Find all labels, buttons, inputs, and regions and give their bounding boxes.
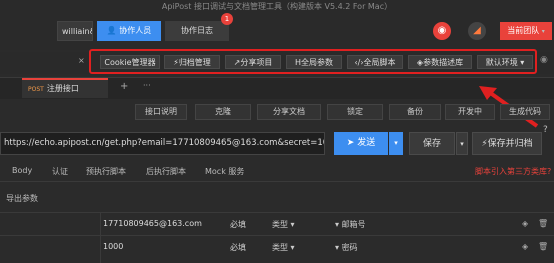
divider	[0, 181, 554, 182]
param-required[interactable]: 必填	[230, 219, 246, 230]
share-doc-label: 分享文档	[273, 107, 305, 116]
generate-code-label: 生成代码	[509, 107, 541, 116]
api-desc-button[interactable]: 接口说明	[135, 104, 187, 120]
clone-button[interactable]: 克隆	[195, 104, 251, 120]
more-tabs-icon[interactable]: ···	[143, 81, 151, 90]
window-title: ApiPost 接口调试与文档管理工具（构建版本 V5.4.2 For Mac）	[161, 2, 393, 11]
record-icon[interactable]: ◉	[433, 22, 451, 40]
param-type-label: 类型	[272, 243, 288, 252]
fire-icon[interactable]: ◢	[468, 22, 486, 40]
collab-log-button[interactable]: 协作日志	[165, 21, 229, 41]
param-desc[interactable]: ▾ 邮箱号	[335, 219, 366, 230]
send-icon: ➤	[346, 138, 355, 148]
param-type-label: 类型	[272, 220, 288, 229]
url-input[interactable]: https://echo.apipost.cn/get.php?email=17…	[0, 132, 325, 155]
eye-icon[interactable]: ◉	[540, 55, 548, 65]
param-desc-label: 密码	[341, 243, 358, 252]
save-archive-label: 保存并归档	[487, 139, 533, 149]
collaborators-icon: 👤	[106, 26, 117, 35]
backup-label: 备份	[407, 107, 423, 116]
add-tab-icon[interactable]: +	[120, 81, 128, 92]
param-type[interactable]: 类型 ▾	[272, 219, 295, 230]
backup-button[interactable]: 备份	[389, 104, 441, 120]
help-icon[interactable]: ?	[543, 125, 548, 135]
save-dropdown[interactable]: ▾	[456, 132, 468, 155]
param-value[interactable]: 17710809465@163.com	[103, 219, 202, 228]
column-divider	[100, 212, 101, 263]
send-label: 发送	[357, 138, 376, 148]
param-desc[interactable]: ▾ 密码	[335, 242, 358, 253]
user-name: williain&tia...	[62, 27, 92, 36]
log-badge: 1	[221, 13, 233, 25]
save-archive-button[interactable]: ⚡保存并归档	[472, 132, 542, 155]
send-dropdown[interactable]: ▾	[389, 132, 403, 155]
clone-label: 克隆	[215, 107, 231, 116]
collaborators-label: 协作人员	[119, 26, 152, 35]
chevron-down-icon: ▾	[541, 28, 545, 35]
param-value[interactable]: 1000	[103, 242, 123, 251]
current-team-label: 当前团队	[507, 26, 540, 35]
collaborators-button[interactable]: 👤 协作人员	[97, 21, 161, 41]
param-desc-label: 邮箱号	[341, 220, 366, 229]
subtab-post-script[interactable]: 后执行脚本	[146, 166, 186, 177]
subtab-mock[interactable]: Mock 服务	[205, 166, 244, 177]
api-desc-label: 接口说明	[145, 107, 177, 116]
share-doc-button[interactable]: 分享文档	[257, 104, 321, 120]
param-type[interactable]: 类型 ▾	[272, 242, 295, 253]
cube-icon[interactable]: ◈	[522, 219, 528, 228]
lock-button[interactable]: 锁定	[327, 104, 383, 120]
subtab-auth[interactable]: 认证	[52, 166, 68, 177]
param-required[interactable]: 必填	[230, 242, 246, 253]
dev-status-label: 开发中	[458, 107, 482, 116]
annotation-highlight-box	[89, 49, 537, 74]
send-button[interactable]: ➤ 发送	[334, 132, 388, 155]
export-params-label[interactable]: 导出参数	[6, 193, 38, 204]
dev-status-button[interactable]: 开发中	[445, 104, 495, 120]
third-party-lib-link[interactable]: 脚本引入第三方类库?	[475, 166, 551, 177]
user-select[interactable]: williain&tia...	[57, 21, 93, 41]
save-button[interactable]: 保存	[409, 132, 455, 155]
generate-code-button[interactable]: 生成代码	[500, 104, 550, 120]
method-tag: POST	[28, 86, 44, 93]
lock-label: 锁定	[347, 107, 363, 116]
subtab-pre-script[interactable]: 预执行脚本	[86, 166, 126, 177]
current-team-button[interactable]: 当前团队 ▾	[500, 22, 552, 40]
delete-icon[interactable]: 🗑	[538, 219, 548, 228]
tab-label: 注册接口	[46, 84, 79, 93]
cube-icon[interactable]: ◈	[522, 242, 528, 251]
subtab-body[interactable]: Body	[12, 166, 32, 175]
tab-register[interactable]: POST 注册接口	[22, 78, 108, 98]
delete-icon[interactable]: 🗑	[538, 242, 548, 251]
close-icon[interactable]: ×	[78, 56, 85, 65]
